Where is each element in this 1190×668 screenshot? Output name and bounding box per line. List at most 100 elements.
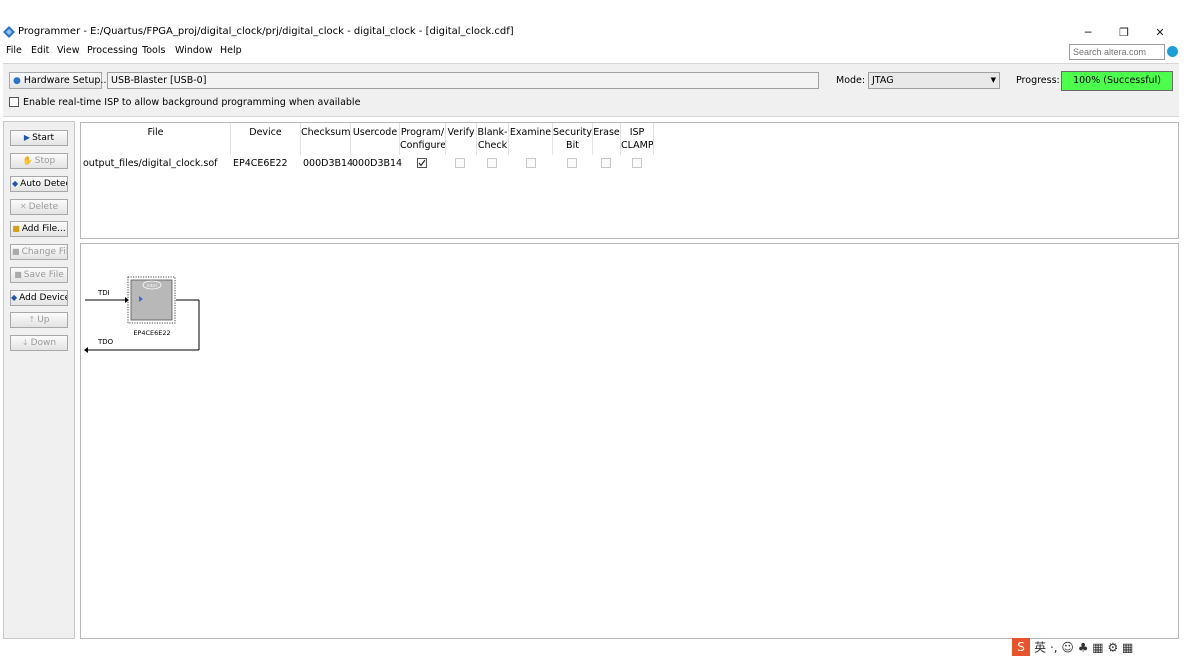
down-button[interactable]: ↓ Down [10, 335, 68, 351]
change-file-label: Change File [21, 247, 67, 257]
programmer-app-icon [3, 26, 15, 38]
header-blank-line2: Check [477, 140, 508, 151]
jtag-chain-panel: TDI TDO intel EP4CE6E22 [80, 243, 1179, 639]
isp-checkbox[interactable] [9, 97, 19, 107]
tdo-label: TDO [97, 338, 114, 346]
menu-tools[interactable]: Tools [142, 45, 165, 56]
fpga-chip-icon[interactable]: intel [127, 276, 176, 324]
jtag-chain-diagram: TDI TDO intel EP4CE6E22 [84, 276, 200, 353]
delete-label: Delete [28, 202, 59, 212]
dropdown-arrow-icon: ▼ [990, 76, 996, 84]
hardware-setup-button[interactable]: ● Hardware Setup... [9, 72, 110, 89]
header-checksum: Checksum [301, 127, 351, 138]
program-configure-checkbox[interactable] [417, 158, 427, 168]
row-checksum: 000D3B14 [303, 158, 354, 169]
column-divider [653, 123, 654, 155]
start-label: Start [32, 133, 55, 143]
header-blank-check: Blank- Check [477, 126, 508, 152]
search-input[interactable] [1069, 44, 1165, 60]
save-file-button[interactable]: ■ Save File [10, 267, 68, 283]
auto-detect-button[interactable]: ◆ Auto Detec [10, 176, 68, 192]
mode-select[interactable]: JTAG ▼ [868, 72, 1000, 89]
erase-checkbox[interactable] [601, 158, 611, 168]
hardware-panel: ● Hardware Setup... USB-Blaster [USB-0] … [3, 63, 1179, 117]
down-arrow-icon: ↓ [21, 338, 29, 347]
maximize-icon[interactable]: ❐ [1114, 24, 1134, 42]
header-examine: Examine [509, 127, 552, 138]
tdo-arrow-icon [84, 347, 88, 353]
row-device: EP4CE6E22 [233, 158, 288, 169]
sogou-logo-icon: S [1012, 638, 1030, 656]
hardware-device-field: USB-Blaster [USB-0] [107, 72, 819, 89]
mode-value: JTAG [872, 75, 894, 86]
header-device: Device [249, 127, 282, 138]
header-erase: Erase [593, 127, 620, 138]
action-sidebar: ▶ Start ✋ Stop ◆ Auto Detec ✕ Delete ■ Add Fi… [3, 121, 75, 639]
add-device-icon: ◆ [11, 293, 18, 302]
auto-detect-label: Auto Detec [20, 179, 68, 189]
header-program-line1: Program/ [400, 127, 445, 138]
header-isp-line1: ISP [629, 127, 645, 138]
ime-status-text: 英 ·, ☺ ♣ ▦ ⚙ ▦ [1034, 640, 1134, 655]
add-file-icon: ■ [12, 224, 20, 233]
header-security-bit: Security Bit [553, 126, 592, 152]
header-usercode: Usercode [352, 127, 398, 138]
examine-checkbox[interactable] [526, 158, 536, 168]
header-verify: Verify [447, 127, 475, 138]
close-icon[interactable]: ✕ [1150, 24, 1170, 42]
row-usercode: 000D3B14 [352, 158, 403, 169]
add-file-button[interactable]: ■ Add File... [10, 221, 68, 237]
ime-status-bar: S 英 ·, ☺ ♣ ▦ ⚙ ▦ [1012, 638, 1182, 662]
save-file-icon: ■ [14, 270, 22, 279]
header-program: Program/Configure [400, 126, 447, 152]
add-device-button[interactable]: ◆ Add Device [10, 290, 68, 306]
header-security-line2: Bit [566, 140, 579, 151]
up-label: Up [37, 315, 50, 325]
help-globe-icon[interactable] [1167, 46, 1178, 57]
hardware-setup-label: Hardware Setup... [23, 75, 110, 86]
save-file-label: Save File [23, 270, 64, 280]
minimize-icon[interactable]: ─ [1078, 24, 1098, 42]
menu-processing[interactable]: Processing [87, 45, 138, 56]
auto-detect-icon: ◆ [12, 179, 19, 188]
change-file-button[interactable]: ■Change File [10, 244, 68, 260]
up-button[interactable]: ↑ Up [10, 312, 68, 328]
progress-label: Progress: [1016, 75, 1060, 86]
mode-label: Mode: [836, 75, 866, 86]
progress-bar: 100% (Successful) [1061, 71, 1173, 91]
isp-clamp-checkbox[interactable] [632, 158, 642, 168]
intel-logo-text: intel [147, 283, 157, 289]
blank-check-checkbox[interactable] [487, 158, 497, 168]
isp-label: Enable real-time ISP to allow background… [23, 97, 361, 108]
programming-file-table: File Device Checksum Usercode Program/Co… [80, 122, 1179, 239]
up-arrow-icon: ↑ [28, 315, 36, 324]
security-bit-checkbox[interactable] [567, 158, 577, 168]
stop-icon: ✋ [22, 156, 33, 165]
delete-button[interactable]: ✕ Delete [10, 199, 68, 215]
header-isp-clamp: ISP CLAMP [621, 126, 654, 152]
tdi-label: TDI [97, 289, 110, 297]
chain-device-label: EP4CE6E22 [133, 329, 170, 337]
delete-icon: ✕ [19, 202, 27, 211]
checkmark-icon [418, 159, 426, 167]
verify-checkbox[interactable] [455, 158, 465, 168]
header-file: File [147, 127, 164, 138]
user-icon: ● [13, 76, 21, 86]
header-isp-line2: CLAMP [621, 140, 654, 151]
stop-button[interactable]: ✋ Stop [10, 153, 68, 169]
menu-help[interactable]: Help [220, 45, 242, 56]
title-bar: Programmer - E:/Quartus/FPGA_proj/digita… [0, 23, 1190, 43]
change-file-icon: ■ [12, 247, 20, 256]
menu-file[interactable]: File [6, 45, 22, 56]
menu-bar: File Edit View Processing Tools Window H… [0, 43, 1190, 61]
menu-window[interactable]: Window [175, 45, 212, 56]
start-button[interactable]: ▶ Start [10, 130, 68, 146]
header-blank-line1: Blank- [477, 127, 508, 138]
start-icon: ▶ [23, 133, 31, 142]
add-file-label: Add File... [21, 224, 66, 234]
menu-edit[interactable]: Edit [31, 45, 49, 56]
stop-label: Stop [34, 156, 56, 166]
header-program-line2: Configure [400, 140, 447, 151]
menu-view[interactable]: View [57, 45, 80, 56]
header-security-line1: Security [553, 127, 593, 138]
